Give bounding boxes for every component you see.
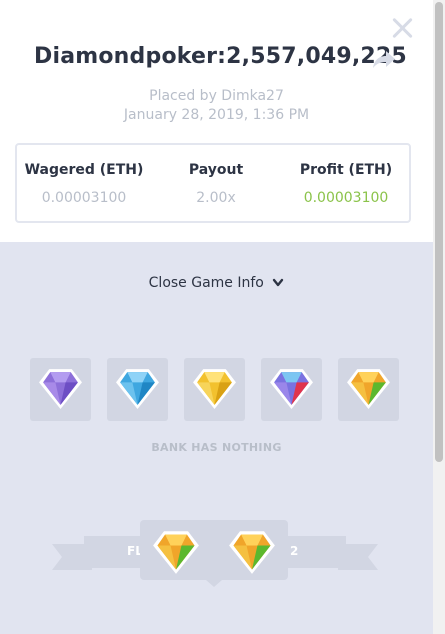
share-arrow-icon[interactable] — [372, 49, 396, 69]
scrollbar-thumb[interactable] — [435, 2, 443, 462]
bet-date: January 28, 2019, 1:36 PM — [123, 107, 310, 123]
close-icon[interactable] — [388, 14, 416, 42]
gem-tile — [338, 358, 399, 421]
gem-tile — [184, 358, 245, 421]
banner-right-label: 2 — [290, 544, 299, 558]
result-gems — [140, 520, 288, 580]
bet-stats: Wagered (ETH) 0.00003100 Payout 2.00x Pr… — [15, 143, 411, 223]
result-pointer — [206, 580, 222, 587]
bet-details-header: Diamondpoker:2,557,049,225 Placed by Dim… — [0, 0, 433, 242]
toggle-label: Close Game Info — [148, 275, 264, 291]
orange-green-gem-icon — [229, 531, 275, 574]
title-row: Diamondpoker:2,557,049,225 — [0, 44, 433, 74]
result-display: FL 2 — [0, 510, 433, 610]
close-game-info-button[interactable]: Close Game Info — [0, 275, 433, 291]
stat-label: Wagered (ETH) — [24, 162, 144, 178]
player-gems — [30, 358, 400, 422]
bet-title: Diamondpoker:2,557,049,225 — [34, 44, 407, 69]
stat-label: Profit (ETH) — [299, 162, 393, 178]
orange-green-gem-icon — [153, 531, 199, 574]
bank-status: BANK HAS NOTHING — [151, 441, 282, 454]
stat-value: 0.00003100 — [303, 190, 389, 206]
gem-tile — [30, 358, 91, 421]
stat-payout: Payout 2.00x — [151, 145, 281, 221]
stat-wagered: Wagered (ETH) 0.00003100 — [17, 145, 151, 221]
placed-by[interactable]: Placed by Dimka27 — [0, 88, 433, 104]
gem-tile — [261, 358, 322, 421]
stat-value: 2.00x — [196, 190, 236, 206]
stat-label: Payout — [188, 162, 244, 178]
scrollbar[interactable] — [433, 0, 445, 634]
yellow-gem-icon — [193, 369, 236, 409]
orange-green-gem-icon — [347, 369, 390, 409]
red-blue-gem-icon — [270, 369, 313, 409]
stat-profit: Profit (ETH) 0.00003100 — [281, 145, 411, 221]
stat-value: 0.00003100 — [41, 190, 127, 206]
purple-gem-icon — [39, 369, 82, 409]
chevron-down-icon — [273, 278, 284, 287]
game-info-panel: Close Game Info BANK HAS NOTHING FL 2 — [0, 242, 433, 634]
gem-tile — [107, 358, 168, 421]
blue-gem-icon — [116, 369, 159, 409]
